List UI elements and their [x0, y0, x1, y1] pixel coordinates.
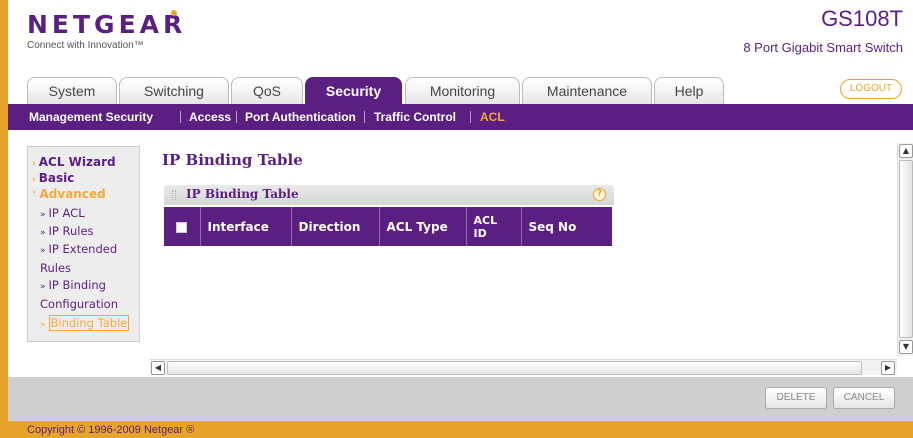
- nav-binding-table[interactable]: » Binding Table: [40, 315, 130, 334]
- tab-help[interactable]: Help: [654, 77, 724, 104]
- column-interface[interactable]: Interface: [200, 207, 292, 246]
- column-acl-type[interactable]: ACL Type: [379, 207, 467, 246]
- cancel-button[interactable]: CANCEL: [833, 387, 895, 409]
- nav-advanced-label: Advanced: [39, 187, 106, 201]
- nav-basic[interactable]: › Basic: [32, 171, 74, 185]
- logo-dot: [171, 10, 177, 16]
- nav-acl-wizard[interactable]: › ACL Wizard: [32, 155, 116, 169]
- scroll-up-icon[interactable]: ▲: [899, 144, 913, 158]
- scroll-right-icon[interactable]: ▶: [881, 361, 895, 375]
- subnav-separator: [364, 111, 365, 123]
- help-icon[interactable]: ?: [593, 188, 606, 201]
- nav-ip-rules-label: IP Rules: [48, 224, 94, 238]
- model-name: GS108T: [821, 6, 903, 31]
- column-direction[interactable]: Direction: [291, 207, 380, 246]
- tab-qos[interactable]: QoS: [231, 77, 303, 104]
- nav-ip-extended-rules[interactable]: » IP Extended Rules: [40, 241, 138, 277]
- subnav-separator: [470, 111, 471, 123]
- nav-basic-label: Basic: [38, 171, 75, 185]
- content-area: [8, 130, 913, 375]
- tab-system[interactable]: System: [27, 77, 117, 104]
- left-border: [0, 0, 8, 438]
- subnav-port-authentication[interactable]: Port Authentication: [245, 104, 356, 130]
- logout-button[interactable]: LOGOUT: [840, 79, 902, 99]
- table-header-row: Interface Direction ACL Type ACL ID Seq …: [164, 207, 612, 246]
- page-title: IP Binding Table: [162, 151, 303, 169]
- horizontal-scrollbar[interactable]: ◀ ▶: [150, 359, 897, 375]
- action-bar: DELETE CANCEL: [8, 377, 913, 421]
- subnav-access[interactable]: Access: [189, 104, 231, 130]
- panel-title: IP Binding Table: [186, 187, 299, 201]
- select-all-checkbox[interactable]: [176, 221, 188, 233]
- chevron-down-icon: ˅: [32, 191, 37, 201]
- double-chevron-icon: »: [40, 282, 46, 292]
- subnav-traffic-control[interactable]: Traffic Control: [374, 104, 456, 130]
- side-navigation: › ACL Wizard › Basic ˅ Advanced » IP ACL » IP…: [27, 146, 140, 342]
- nav-ip-rules[interactable]: » IP Rules: [40, 223, 94, 242]
- tagline: Connect with Innovation™: [27, 40, 144, 51]
- tab-security[interactable]: Security: [305, 77, 402, 105]
- model-description: 8 Port Gigabit Smart Switch: [743, 40, 903, 55]
- double-chevron-icon: »: [40, 228, 46, 238]
- nav-ip-extended-rules-label: IP Extended Rules: [40, 242, 118, 275]
- nav-ip-acl-label: IP ACL: [48, 206, 85, 220]
- nav-advanced[interactable]: ˅ Advanced: [32, 187, 106, 201]
- scroll-left-icon[interactable]: ◀: [151, 361, 165, 375]
- vertical-scroll-thumb[interactable]: [899, 160, 913, 338]
- subnav-separator: [180, 111, 181, 123]
- chevron-right-icon: ›: [32, 159, 36, 169]
- nav-binding-table-label: Binding Table: [48, 315, 130, 331]
- tab-monitoring[interactable]: Monitoring: [405, 77, 520, 104]
- nav-ip-acl[interactable]: » IP ACL: [40, 205, 85, 224]
- subnav-acl[interactable]: ACL: [480, 104, 505, 130]
- app-window: NETGEAR Connect with Innovation™ GS108T …: [0, 0, 913, 438]
- subnav-separator: [236, 111, 237, 123]
- copyright-text: Copyright © 1996-2009 Netgear ®: [27, 424, 195, 436]
- binding-table: Interface Direction ACL Type ACL ID Seq …: [164, 207, 612, 246]
- vertical-scrollbar[interactable]: ▲ ▼: [897, 143, 913, 356]
- footer: Copyright © 1996-2009 Netgear ®: [8, 421, 913, 438]
- delete-button[interactable]: DELETE: [765, 387, 827, 409]
- scroll-down-icon[interactable]: ▼: [899, 340, 913, 354]
- column-acl-id[interactable]: ACL ID: [466, 207, 522, 246]
- double-chevron-icon: »: [40, 320, 46, 330]
- double-chevron-icon: »: [40, 246, 46, 256]
- horizontal-scroll-thumb[interactable]: [167, 361, 862, 375]
- select-all-header: [164, 207, 201, 246]
- chevron-right-icon: ›: [32, 175, 36, 185]
- subnav-management-security[interactable]: Management Security: [29, 104, 153, 130]
- sub-navigation: Management Security Access Port Authenti…: [8, 104, 913, 130]
- tab-switching[interactable]: Switching: [119, 77, 229, 104]
- double-chevron-icon: »: [40, 210, 46, 220]
- nav-acl-wizard-label: ACL Wizard: [38, 155, 116, 169]
- panel-header: IP Binding Table ?: [164, 185, 614, 205]
- tab-maintenance[interactable]: Maintenance: [522, 77, 652, 104]
- drag-handle-icon: [172, 190, 176, 200]
- nav-ip-binding-configuration-label: IP Binding Configuration: [40, 278, 118, 311]
- column-seq-no[interactable]: Seq No: [521, 207, 612, 246]
- nav-ip-binding-configuration[interactable]: » IP Binding Configuration: [40, 277, 138, 313]
- netgear-logo: NETGEAR: [27, 10, 187, 39]
